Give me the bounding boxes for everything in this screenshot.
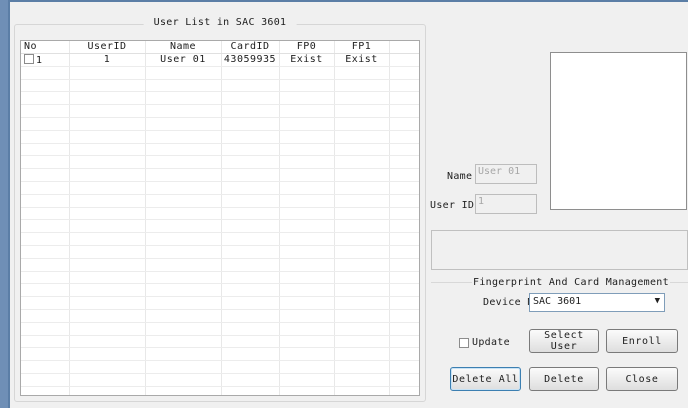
name-label: Name	[447, 171, 473, 182]
row-checkbox[interactable]	[24, 53, 34, 64]
row-no-cell: 1	[21, 53, 70, 67]
enroll-button[interactable]: Enroll	[606, 329, 678, 353]
fingerprint-image-box	[550, 52, 687, 210]
empty-table-row	[21, 360, 419, 374]
row-fp1: Exist	[334, 53, 390, 67]
empty-table-row	[21, 79, 419, 93]
row-name: User 01	[145, 53, 222, 67]
name-field[interactable]: User 01	[475, 164, 537, 184]
column-header-no[interactable]: No	[21, 41, 70, 54]
empty-table-row	[21, 258, 419, 272]
empty-table-row	[21, 232, 419, 246]
empty-table-row	[21, 207, 419, 221]
device-name-value: SAC 3601	[533, 296, 582, 307]
empty-table-row	[21, 219, 419, 234]
empty-table-row	[21, 386, 419, 395]
empty-table-row	[21, 91, 419, 106]
empty-table-row	[21, 194, 419, 208]
empty-table-row	[21, 309, 419, 323]
column-header-name[interactable]: Name	[145, 41, 222, 54]
empty-table-row	[21, 117, 419, 131]
row-cardid: 43059935	[221, 53, 280, 67]
table-header-row: No UserID Name CardID FP0 FP1	[21, 41, 419, 54]
empty-table-row	[21, 373, 419, 387]
empty-table-row	[21, 66, 419, 80]
user-list-title: User List in SAC 3601	[143, 17, 297, 28]
update-checkbox[interactable]	[459, 337, 469, 348]
empty-table-row	[21, 322, 419, 336]
status-info-box	[431, 230, 688, 270]
empty-table-row	[21, 143, 419, 157]
empty-table-row	[21, 130, 419, 144]
delete-button[interactable]: Delete	[529, 367, 599, 391]
empty-table-row	[21, 181, 419, 195]
device-name-select[interactable]: SAC 3601 ▼	[529, 293, 665, 312]
empty-table-row	[21, 283, 419, 298]
table-row[interactable]: 1 1 User 01 43059935 Exist Exist	[21, 53, 419, 67]
empty-table-row	[21, 296, 419, 310]
empty-table-row	[21, 335, 419, 349]
chevron-down-icon[interactable]: ▼	[655, 296, 660, 306]
row-no: 1	[36, 54, 43, 66]
column-header-fp0[interactable]: FP0	[279, 41, 335, 54]
user-table[interactable]: No UserID Name CardID FP0 FP1 1 1 User 0…	[20, 40, 420, 396]
row-fp0: Exist	[279, 53, 335, 67]
delete-all-button[interactable]: Delete All	[450, 367, 521, 391]
empty-table-row	[21, 245, 419, 259]
update-checkbox-wrapper[interactable]: Update	[459, 337, 510, 348]
userid-label: User ID	[430, 200, 475, 211]
empty-table-row	[21, 168, 419, 182]
row-userid: 1	[69, 53, 146, 67]
empty-table-row	[21, 104, 419, 118]
userid-field[interactable]: 1	[475, 194, 537, 214]
column-header-cardid[interactable]: CardID	[221, 41, 280, 54]
empty-table-row	[21, 347, 419, 362]
management-title: Fingerprint And Card Management	[472, 277, 670, 288]
empty-table-row	[21, 155, 419, 170]
update-label: Update	[472, 337, 510, 348]
column-header-userid[interactable]: UserID	[69, 41, 146, 54]
empty-table-row	[21, 271, 419, 285]
select-user-button[interactable]: Select User	[529, 329, 599, 353]
column-header-filler	[389, 41, 419, 54]
close-button[interactable]: Close	[606, 367, 678, 391]
column-header-fp1[interactable]: FP1	[334, 41, 390, 54]
